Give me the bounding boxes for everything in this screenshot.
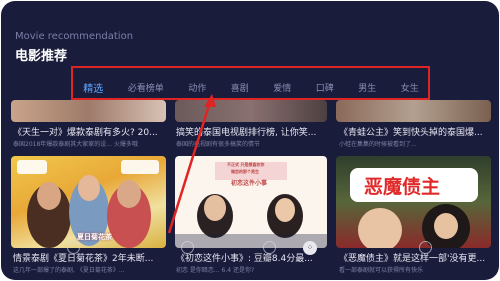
app-screen: Movie recommendation 电影推荐 《天生一对》爆款泰剧有多火?… [1, 1, 499, 280]
annotation-arrow [167, 94, 216, 234]
